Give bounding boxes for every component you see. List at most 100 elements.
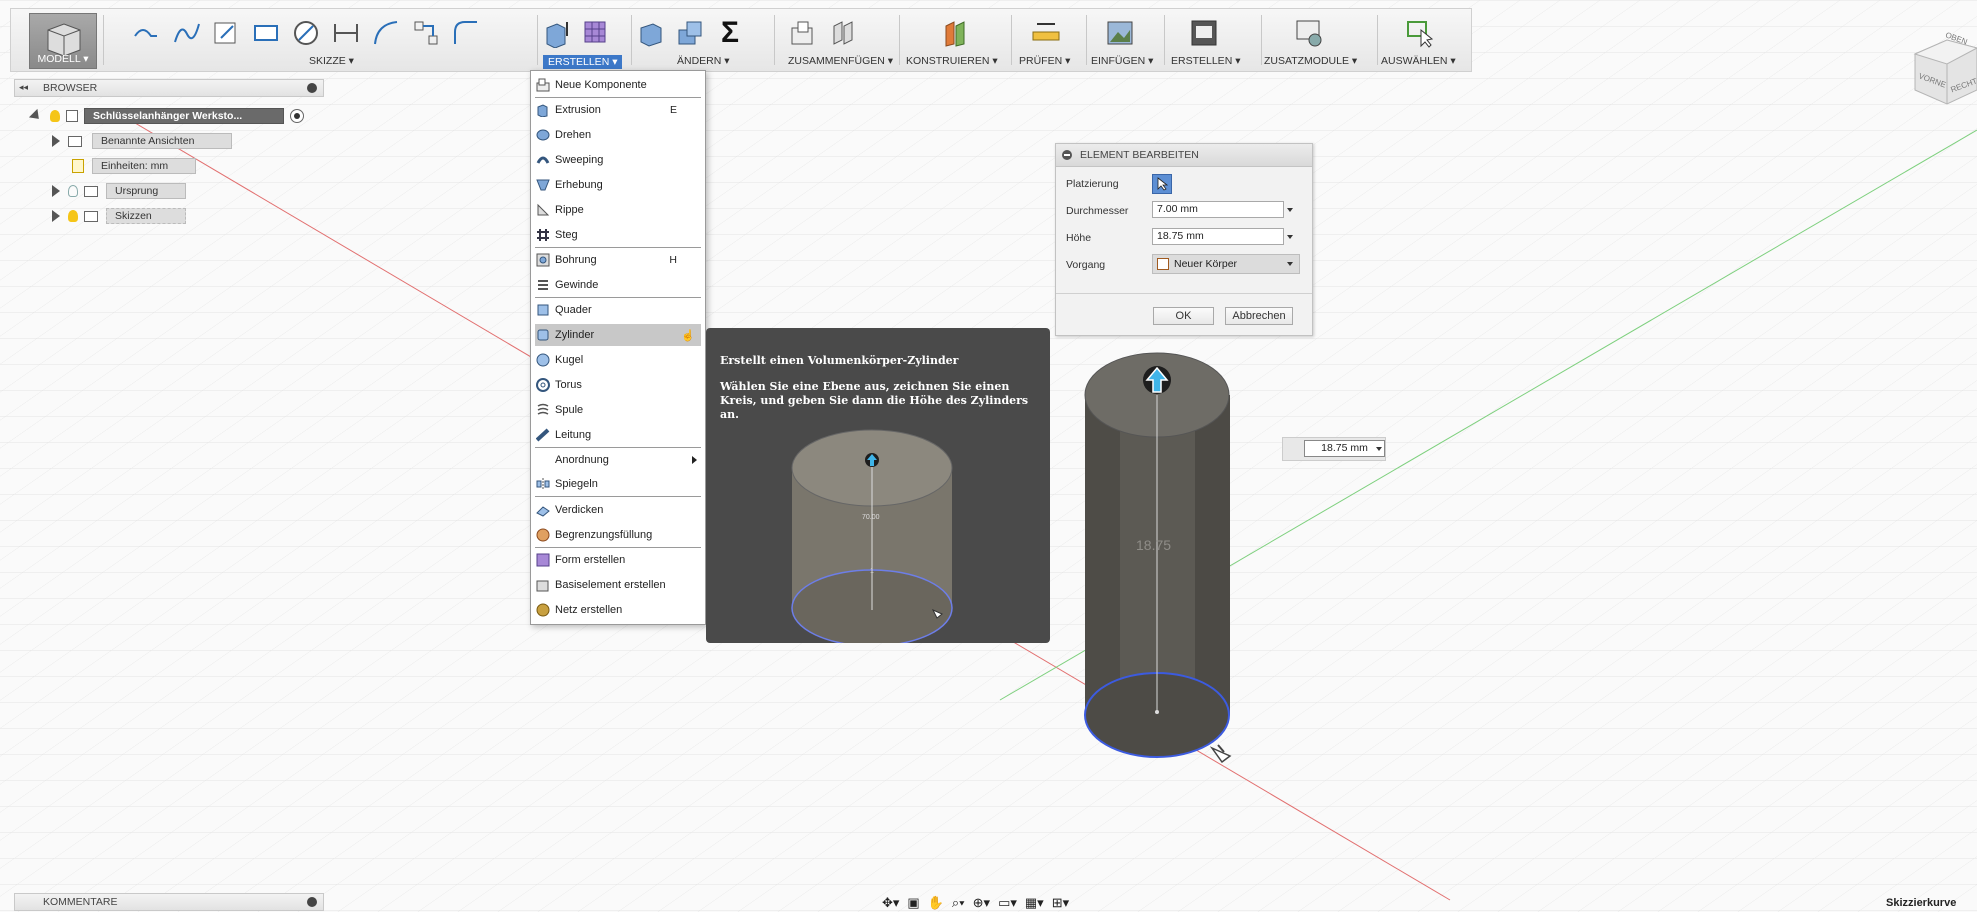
rectangle-tool-icon[interactable]: [249, 15, 283, 51]
named-views-label[interactable]: Benannte Ansichten: [92, 133, 232, 149]
height-input[interactable]: 18.75 mm: [1152, 228, 1284, 245]
lightbulb-icon[interactable]: [68, 210, 78, 222]
erstellen-menu[interactable]: ERSTELLEN ▾: [543, 55, 623, 69]
combine-icon[interactable]: [673, 15, 707, 51]
display-settings-icon[interactable]: ▭▾: [998, 895, 1017, 911]
erstellen2-menu[interactable]: ERSTELLEN ▾: [1171, 55, 1240, 67]
new-component-icon[interactable]: [786, 15, 820, 51]
diameter-input[interactable]: 7.00 mm: [1152, 201, 1284, 218]
menu-item-extrusion[interactable]: Extrusion E: [535, 99, 701, 121]
browser-item-origin[interactable]: Ursprung: [52, 182, 186, 200]
konstruieren-menu[interactable]: KONSTRUIEREN ▾: [906, 55, 998, 67]
extrude-icon[interactable]: [539, 15, 573, 51]
collapse-left-icon[interactable]: ◂◂: [19, 82, 28, 93]
menu-item-pattern[interactable]: Anordnung: [535, 449, 701, 471]
viewports-icon[interactable]: ⊞▾: [1052, 895, 1069, 911]
operation-select[interactable]: Neuer Körper: [1152, 254, 1300, 274]
constraint-tool-icon[interactable]: [409, 15, 443, 51]
menu-item-coil[interactable]: Spule: [535, 399, 701, 421]
menu-item-sphere[interactable]: Kugel: [535, 349, 701, 371]
spline-tool-icon[interactable]: [169, 15, 203, 51]
expand-triangle-icon[interactable]: [52, 210, 60, 222]
menu-item-base-feature[interactable]: Basiselement erstellen: [535, 574, 701, 596]
zoom-icon[interactable]: ⌕▾: [952, 895, 965, 911]
viewport-height-dropdown-icon[interactable]: [1376, 447, 1382, 451]
active-radio-icon[interactable]: [290, 109, 304, 123]
create-sketch-icon[interactable]: [209, 15, 243, 51]
height-dropdown-icon[interactable]: [1287, 235, 1293, 239]
orbit-icon[interactable]: ✥▾: [882, 895, 899, 911]
cancel-button[interactable]: Abbrechen: [1225, 307, 1293, 325]
lightbulb-off-icon[interactable]: [68, 185, 78, 197]
render-icon[interactable]: [1187, 15, 1221, 51]
circle-tool-icon[interactable]: [289, 15, 323, 51]
look-at-icon[interactable]: ▣: [907, 895, 919, 911]
expand-triangle-icon[interactable]: [52, 135, 60, 147]
height-arrow-handle[interactable]: [1143, 366, 1171, 394]
panel-header[interactable]: ELEMENT BEARBEITEN: [1056, 144, 1312, 167]
root-component-label[interactable]: Schlüsselanhänger Werksto...: [84, 108, 284, 124]
menu-item-revolve[interactable]: Drehen: [535, 124, 701, 146]
browser-panel-header[interactable]: ◂◂ BROWSER: [14, 79, 324, 97]
sum-icon[interactable]: Σ: [713, 15, 747, 51]
menu-item-create-mesh[interactable]: Netz erstellen: [535, 599, 701, 621]
scripts-addins-icon[interactable]: [1292, 15, 1326, 51]
menu-item-pipe[interactable]: Leitung: [535, 424, 701, 446]
browser-item-units[interactable]: Einheiten: mm: [72, 157, 196, 175]
menu-item-new-component[interactable]: Neue Komponente: [535, 74, 701, 96]
form-icon[interactable]: [579, 15, 613, 51]
origin-label[interactable]: Ursprung: [106, 183, 186, 199]
lightbulb-icon[interactable]: [50, 110, 60, 122]
comments-panel-header[interactable]: KOMMENTARE: [14, 893, 324, 911]
menu-item-sweep[interactable]: Sweeping: [535, 149, 701, 171]
pruefen-menu[interactable]: PRÜFEN ▾: [1019, 55, 1070, 67]
menu-item-loft[interactable]: Erhebung: [535, 174, 701, 196]
cylinder-3d[interactable]: [1084, 352, 1230, 758]
zusammenfuegen-menu[interactable]: ZUSAMMENFÜGEN ▾: [788, 55, 893, 67]
ok-button[interactable]: OK: [1153, 307, 1214, 325]
dimension-tool-icon[interactable]: [329, 15, 363, 51]
collapse-triangle-icon[interactable]: [28, 108, 44, 124]
expand-triangle-icon[interactable]: [52, 185, 60, 197]
menu-item-web[interactable]: Steg: [535, 224, 701, 246]
aendern-menu[interactable]: ÄNDERN ▾: [677, 55, 730, 67]
grid-settings-icon[interactable]: ▦▾: [1025, 895, 1044, 911]
browser-item-named-views[interactable]: Benannte Ansichten: [52, 132, 232, 150]
line-tool-icon[interactable]: [129, 15, 163, 51]
einfuegen-menu[interactable]: EINFÜGEN ▾: [1091, 55, 1153, 67]
menu-item-torus[interactable]: Torus: [535, 374, 701, 396]
auswaehlen-menu[interactable]: AUSWÄHLEN ▾: [1381, 55, 1456, 67]
measure-icon[interactable]: [1029, 15, 1063, 51]
menu-item-mirror[interactable]: Spiegeln: [535, 473, 701, 495]
fit-icon[interactable]: ⊕▾: [973, 895, 990, 911]
placement-select-button[interactable]: [1152, 174, 1172, 194]
menu-item-thread[interactable]: Gewinde: [535, 274, 701, 296]
press-pull-icon[interactable]: [633, 15, 667, 51]
offset-plane-icon[interactable]: [938, 15, 972, 51]
pan-icon[interactable]: ✋: [928, 895, 944, 911]
fillet-sketch-icon[interactable]: [449, 15, 483, 51]
menu-item-boundary-fill[interactable]: Begrenzungsfüllung: [535, 524, 701, 546]
zusatzmodule-menu[interactable]: ZUSATZMODULE ▾: [1264, 55, 1357, 67]
menu-item-hole[interactable]: Bohrung H: [535, 249, 701, 271]
browser-item-sketches[interactable]: Skizzen: [52, 207, 186, 225]
skizze-menu[interactable]: SKIZZE ▾: [309, 55, 354, 67]
joint-icon[interactable]: [826, 15, 860, 51]
diameter-dropdown-icon[interactable]: [1287, 208, 1293, 212]
collapse-icon[interactable]: [1062, 150, 1072, 160]
workspace-switcher-button[interactable]: MODELL ▾: [29, 13, 97, 69]
menu-item-thicken[interactable]: Verdicken: [535, 499, 701, 521]
menu-item-box[interactable]: Quader: [535, 299, 701, 321]
insert-image-icon[interactable]: [1103, 15, 1137, 51]
arc-tool-icon[interactable]: [369, 15, 403, 51]
units-label[interactable]: Einheiten: mm: [92, 158, 196, 174]
menu-item-create-form[interactable]: Form erstellen: [535, 549, 701, 571]
viewport-height-input[interactable]: 18.75 mm: [1304, 440, 1385, 457]
browser-options-icon[interactable]: [307, 83, 317, 93]
browser-root-item[interactable]: Schlüsselanhänger Werksto...: [28, 107, 304, 125]
menu-item-rib[interactable]: Rippe: [535, 199, 701, 221]
view-cube[interactable]: OBEN VORNE RECHTS: [1905, 20, 1977, 106]
menu-item-cylinder[interactable]: Zylinder ☝: [535, 324, 701, 346]
sketches-label[interactable]: Skizzen: [106, 208, 186, 224]
select-icon[interactable]: [1403, 15, 1437, 51]
